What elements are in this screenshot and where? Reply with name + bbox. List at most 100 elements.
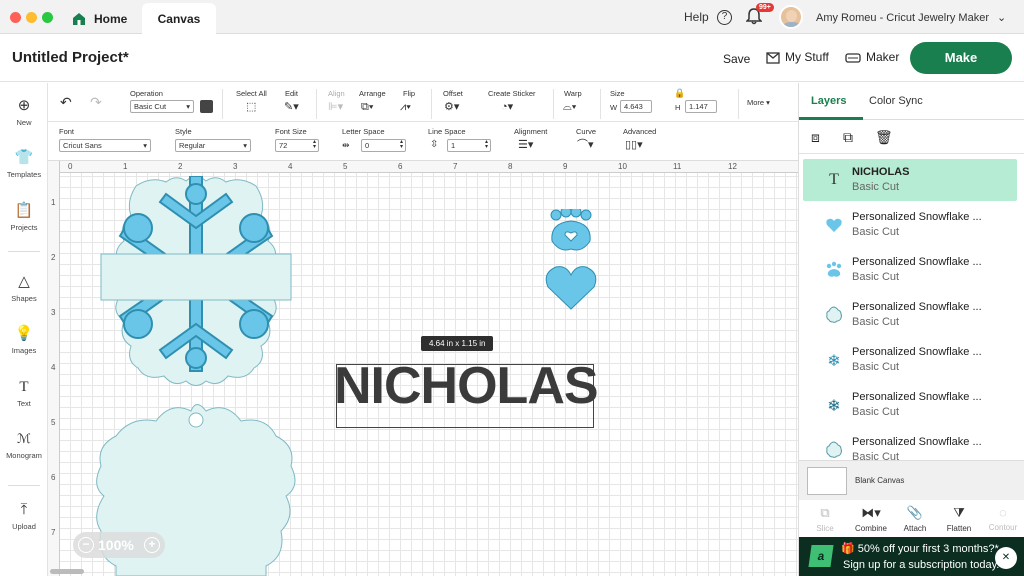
sidebar-item-new[interactable]: ⊕ New — [0, 97, 48, 127]
ruler-tick-label: 3 — [233, 162, 238, 171]
sidebar-item-text[interactable]: T Text — [0, 378, 48, 408]
machine-icon — [845, 53, 861, 63]
create-sticker-label: Create Sticker — [488, 89, 536, 98]
keyring-hole — [188, 412, 204, 428]
slice-button[interactable]: ⧉ Slice — [803, 505, 847, 533]
operation-select[interactable]: Basic Cut ▾ — [130, 100, 194, 113]
notifications-button[interactable]: 99+ — [745, 3, 774, 26]
contour-label: Contour — [988, 523, 1018, 532]
name-banner — [100, 253, 292, 301]
tab-layers[interactable]: Layers — [811, 95, 846, 107]
save-button[interactable]: Save — [723, 52, 750, 66]
arrange-icon[interactable]: ⧉▾ — [361, 101, 373, 113]
layer-item[interactable]: Personalized Snowflake ... Basic Cut — [803, 249, 1017, 291]
layer-item[interactable]: Personalized Snowflake ... Basic Cut — [803, 204, 1017, 246]
lock-icon[interactable]: 🔒 — [674, 87, 685, 99]
paw-heart-design[interactable] — [542, 209, 598, 311]
offset-label: Offset — [443, 89, 463, 98]
offset-icon[interactable]: ⚙▾ — [444, 101, 459, 113]
close-icon[interactable]: ✕ — [995, 547, 1017, 569]
select-all-icon[interactable]: ⬚ — [246, 101, 256, 113]
machine-button[interactable]: Maker — [845, 50, 899, 64]
heart-shape — [545, 266, 597, 310]
tab-home[interactable]: Home — [72, 3, 142, 34]
undo-icon[interactable]: ↶ — [60, 95, 72, 109]
warp-icon[interactable]: ⌓▾ — [563, 101, 576, 113]
design-canvas[interactable]: 0 1 2 3 4 5 6 7 8 9 10 11 12 1234567 4.64 in x 1.15 … — [48, 161, 798, 576]
layer-item[interactable]: T NICHOLAS Basic Cut — [803, 159, 1017, 201]
redo-icon[interactable]: ↷ — [90, 95, 102, 109]
sidebar-item-images[interactable]: 💡 Images — [0, 325, 48, 355]
height-input[interactable]: 1.147 — [685, 100, 717, 113]
horizontal-scrollbar[interactable] — [50, 569, 84, 574]
sidebar-item-upload[interactable]: ⤒ Upload — [0, 501, 48, 531]
close-window-button[interactable] — [10, 12, 21, 23]
account-menu[interactable]: Amy Romeu - Cricut Jewelry Maker ⌄ — [816, 11, 1006, 24]
flip-icon[interactable]: ⩘▾ — [400, 101, 411, 113]
toolbar-row-divider — [48, 121, 798, 122]
avatar[interactable] — [779, 5, 803, 29]
attach-button[interactable]: 📎 Attach — [893, 505, 937, 533]
ruler-tick-label: 9 — [563, 162, 568, 171]
flatten-icon: ⧩ — [953, 505, 965, 520]
font-select[interactable]: Cricut Sans ▾ — [59, 139, 151, 152]
line-space-value: 1 — [451, 141, 456, 150]
toolbar-divider — [431, 89, 432, 119]
make-button[interactable]: Make — [910, 42, 1012, 74]
more-button[interactable]: More ▾ — [747, 98, 770, 107]
promo-line2: Sign up for a subscription today. — [843, 559, 1000, 571]
project-title[interactable]: Untitled Project* — [12, 49, 129, 66]
combine-label: Combine — [854, 524, 887, 533]
color-swatch[interactable] — [200, 100, 213, 113]
sticker-icon[interactable]: ◔▾ — [501, 101, 513, 113]
line-space-input[interactable]: 1 ▴ ▾ — [447, 139, 491, 152]
lightbulb-icon: 💡 — [14, 325, 34, 342]
canvas-swatch[interactable] — [807, 467, 847, 495]
toolbar-divider — [316, 89, 317, 119]
sidebar-item-label: New — [16, 118, 32, 127]
sidebar-item-templates[interactable]: 👕 Templates — [0, 149, 48, 179]
edit-pencil-icon[interactable]: ✎▾ — [284, 101, 299, 113]
zoom-level: 100% — [98, 537, 134, 553]
attach-label: Attach — [903, 524, 927, 533]
zoom-in-icon[interactable]: + — [144, 537, 160, 553]
blank-canvas-row[interactable]: Blank Canvas — [799, 460, 1024, 500]
minimize-window-button[interactable] — [26, 12, 37, 23]
text-icon: T — [19, 379, 29, 395]
align-icon[interactable]: ⊫▾ — [328, 101, 343, 113]
sidebar-item-monogram[interactable]: ℳ Monogram — [0, 430, 48, 460]
duplicate-icon[interactable]: ⧉ — [843, 129, 853, 146]
snowflake-design[interactable] — [96, 176, 296, 576]
group-icon[interactable]: ⧈ — [811, 129, 820, 146]
tab-color-sync[interactable]: Color Sync — [869, 95, 923, 107]
tab-canvas[interactable]: Canvas — [142, 3, 216, 34]
my-stuff-button[interactable]: My Stuff — [766, 50, 829, 64]
ruler-tick-label: 2 — [178, 162, 183, 171]
layer-item[interactable]: Personalized Snowflake ... Basic Cut — [803, 294, 1017, 336]
curve-icon[interactable]: ⌒▾ — [577, 139, 594, 151]
maximize-window-button[interactable] — [42, 12, 53, 23]
stepper-icon: ▴ ▾ — [484, 139, 488, 150]
font-size-input[interactable]: 72 ▴ ▾ — [275, 139, 319, 152]
zoom-out-icon[interactable]: − — [78, 537, 94, 553]
style-select[interactable]: Regular ▾ — [175, 139, 251, 152]
contour-button[interactable]: ◌ Contour — [981, 505, 1024, 532]
nicholas-text-object[interactable]: NICHOLAS — [334, 360, 599, 412]
trash-icon[interactable]: 🗑 — [875, 129, 893, 146]
flatten-button[interactable]: ⧩ Flatten — [937, 505, 981, 533]
ruler-left: 1 2 3 4 5 6 7 — [48, 161, 60, 576]
sidebar-item-label: Images — [11, 346, 37, 355]
sidebar-item-shapes[interactable]: △ Shapes — [0, 273, 48, 303]
combine-button[interactable]: ⧓▾ Combine — [849, 505, 893, 533]
help-button[interactable]: Help ? — [684, 10, 733, 26]
layer-item[interactable]: ❄ Personalized Snowflake ... Basic Cut — [803, 384, 1017, 426]
letter-space-input[interactable]: 0 ▴ ▾ — [361, 139, 406, 152]
subscription-promo[interactable]: a 🎁 50% off your first 3 months?* Sign u… — [799, 537, 1024, 576]
sidebar-item-projects[interactable]: 📋 Projects — [0, 202, 48, 232]
align-text-icon[interactable]: ☰▾ — [518, 139, 533, 151]
warp-label: Warp — [564, 89, 582, 98]
style-value: Regular — [179, 141, 206, 150]
layer-item[interactable]: ❄ Personalized Snowflake ... Basic Cut — [803, 339, 1017, 381]
width-input[interactable]: 4.643 — [620, 100, 652, 113]
advanced-icon[interactable]: ▯▯▾ — [625, 139, 643, 151]
